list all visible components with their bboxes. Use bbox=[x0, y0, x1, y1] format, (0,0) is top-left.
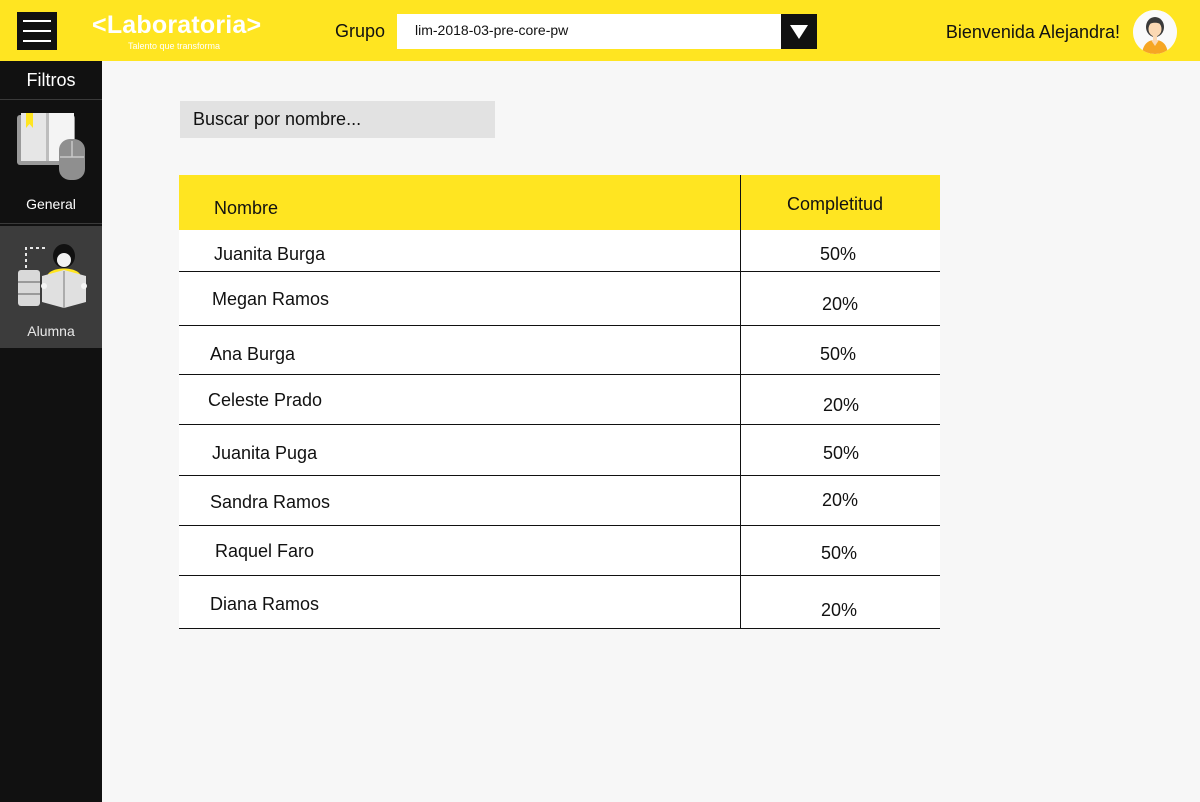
table-row[interactable]: Megan Ramos 20% bbox=[179, 272, 940, 326]
student-name: Raquel Faro bbox=[215, 541, 315, 561]
table-header: Nombre Completitud bbox=[179, 175, 940, 230]
table-row[interactable]: Celeste Prado 20% bbox=[179, 375, 940, 425]
student-name: Diana Ramos bbox=[210, 594, 320, 614]
menu-line bbox=[23, 30, 51, 32]
table-row[interactable]: Diana Ramos 20% bbox=[179, 576, 940, 629]
sidebar: Filtros General Alumna bbox=[0, 61, 102, 802]
table-row[interactable]: Sandra Ramos 20% bbox=[179, 476, 940, 526]
student-name: Celeste Prado bbox=[208, 390, 323, 410]
student-name: Sandra Ramos bbox=[210, 492, 331, 512]
student-name: Megan Ramos bbox=[212, 289, 330, 309]
welcome-message: Bienvenida Alejandra! bbox=[945, 22, 1120, 42]
table-row[interactable]: Ana Burga 50% bbox=[179, 326, 940, 375]
completion-value: 50% bbox=[821, 543, 858, 563]
completion-value: 50% bbox=[820, 344, 857, 364]
group-selected-value: lim-2018-03-pre-core-pw bbox=[415, 22, 569, 38]
group-label: Grupo bbox=[335, 21, 386, 41]
user-avatar-icon[interactable] bbox=[1133, 10, 1177, 54]
top-bar: <Laboratoria> Talento que transforma Gru… bbox=[0, 0, 1200, 61]
dropdown-arrow-icon[interactable] bbox=[781, 14, 817, 49]
completion-value: 20% bbox=[822, 294, 859, 314]
column-header-nombre[interactable]: Nombre bbox=[214, 198, 278, 218]
group-select[interactable]: lim-2018-03-pre-core-pw bbox=[397, 14, 817, 49]
completion-value: 50% bbox=[820, 244, 857, 264]
book-mouse-icon bbox=[14, 111, 88, 185]
completion-value: 20% bbox=[821, 600, 858, 620]
completion-value: 50% bbox=[823, 443, 860, 463]
students-table: Nombre Completitud Juanita Burga 50% Meg… bbox=[179, 175, 940, 629]
table-row[interactable]: Raquel Faro 50% bbox=[179, 526, 940, 576]
column-divider bbox=[740, 175, 741, 629]
logo-tagline: Talento que transforma bbox=[128, 41, 221, 51]
search-input[interactable] bbox=[180, 101, 495, 138]
student-icon bbox=[14, 236, 88, 310]
laboratoria-logo[interactable]: <Laboratoria> Talento que transforma bbox=[92, 11, 268, 53]
menu-line bbox=[23, 20, 51, 22]
student-name: Ana Burga bbox=[210, 344, 296, 364]
student-name: Juanita Puga bbox=[212, 443, 318, 463]
table-row[interactable]: Juanita Puga 50% bbox=[179, 425, 940, 476]
completion-value: 20% bbox=[823, 395, 860, 415]
sidebar-item-label: Alumna bbox=[27, 323, 75, 339]
student-name: Juanita Burga bbox=[214, 244, 326, 264]
menu-line bbox=[23, 40, 51, 42]
table-row[interactable]: Juanita Burga 50% bbox=[179, 230, 940, 272]
sidebar-item-general[interactable]: General bbox=[0, 101, 102, 224]
sidebar-item-alumna[interactable]: Alumna bbox=[0, 226, 102, 348]
logo-text: <Laboratoria> bbox=[92, 11, 262, 39]
hamburger-menu-button[interactable] bbox=[17, 12, 57, 50]
sidebar-item-label: General bbox=[26, 196, 76, 212]
filters-title: Filtros bbox=[0, 61, 102, 100]
completion-value: 20% bbox=[822, 490, 859, 510]
column-header-completitud[interactable]: Completitud bbox=[787, 194, 883, 214]
